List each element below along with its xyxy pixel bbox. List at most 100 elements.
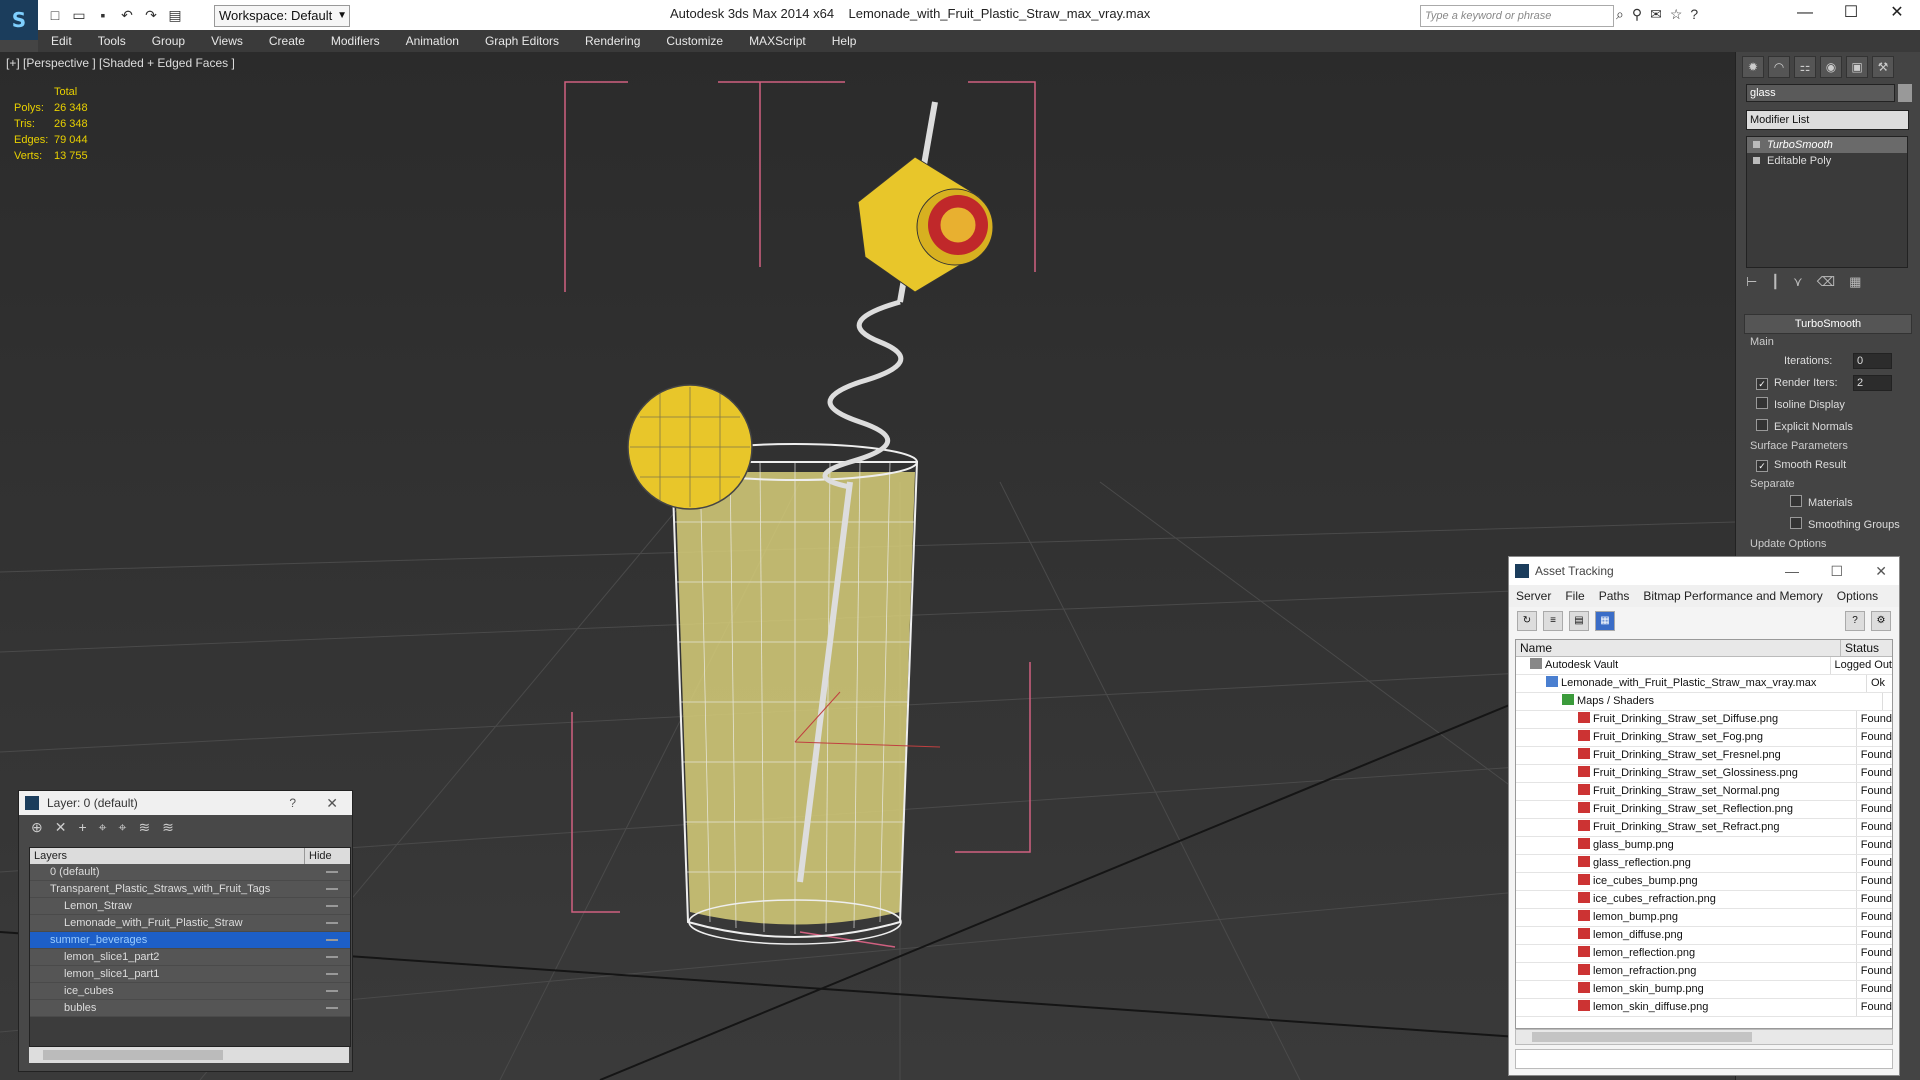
layer-row[interactable]: Lemon_Straw bbox=[30, 898, 350, 915]
render-iters-checkbox[interactable]: ✓ bbox=[1756, 378, 1768, 390]
menu-animation[interactable]: Animation bbox=[393, 30, 472, 52]
layer-row-selected[interactable]: summer_beverages bbox=[30, 932, 350, 949]
asset-row[interactable]: Fruit_Drinking_Straw_set_Glossiness.png F… bbox=[1516, 765, 1892, 783]
minimize-icon[interactable]: — bbox=[1782, 0, 1828, 26]
layer-window-titlebar[interactable]: Layer: 0 (default) ? ✕ bbox=[19, 791, 352, 815]
layer-row[interactable]: Transparent_Plastic_Straws_with_Fruit_Ta… bbox=[30, 881, 350, 898]
asset-row[interactable]: Autodesk Vault Logged Out bbox=[1516, 657, 1892, 675]
asset-row[interactable]: ice_cubes_refraction.png Found bbox=[1516, 891, 1892, 909]
layer-row[interactable]: 0 (default) bbox=[30, 864, 350, 881]
display-tab-icon[interactable]: ▣ bbox=[1846, 56, 1868, 78]
asset-row[interactable]: ice_cubes_bump.png Found bbox=[1516, 873, 1892, 891]
menu-customize[interactable]: Customize bbox=[653, 30, 736, 52]
menu-server[interactable]: Server bbox=[1509, 585, 1558, 607]
asset-row[interactable]: glass_reflection.png Found bbox=[1516, 855, 1892, 873]
hide-toggle[interactable] bbox=[326, 990, 338, 992]
object-color-swatch[interactable] bbox=[1898, 84, 1912, 102]
menu-group[interactable]: Group bbox=[139, 30, 198, 52]
menu-maxscript[interactable]: MAXScript bbox=[736, 30, 819, 52]
isoline-checkbox[interactable] bbox=[1756, 397, 1768, 409]
asset-row[interactable]: Fruit_Drinking_Straw_set_Diffuse.png Foun… bbox=[1516, 711, 1892, 729]
asset-row[interactable]: Lemonade_with_Fruit_Plastic_Straw_max_vr… bbox=[1516, 675, 1892, 693]
pin-stack-icon[interactable]: ⊢ bbox=[1746, 274, 1757, 290]
hide-toggle[interactable] bbox=[326, 973, 338, 975]
menu-paths[interactable]: Paths bbox=[1592, 585, 1637, 607]
layer-row[interactable]: lemon_slice1_part2 bbox=[30, 949, 350, 966]
col-name[interactable]: Name bbox=[1516, 640, 1841, 656]
stack-item-editable-poly[interactable]: Editable Poly bbox=[1747, 153, 1907, 169]
layer-row[interactable]: bubles bbox=[30, 1000, 350, 1017]
menu-edit[interactable]: Edit bbox=[38, 30, 85, 52]
undo-icon[interactable]: ↶ bbox=[118, 6, 136, 24]
menu-graph-editors[interactable]: Graph Editors bbox=[472, 30, 572, 52]
asset-row[interactable]: lemon_reflection.png Found bbox=[1516, 945, 1892, 963]
asset-row[interactable]: lemon_refraction.png Found bbox=[1516, 963, 1892, 981]
create-tab-icon[interactable]: ✹ bbox=[1742, 56, 1764, 78]
hide-toggle[interactable] bbox=[326, 871, 338, 873]
select-objects-icon[interactable]: ⌖ bbox=[99, 819, 107, 837]
open-file-icon[interactable]: ▭ bbox=[70, 6, 88, 24]
new-file-icon[interactable]: □ bbox=[46, 6, 64, 24]
smooth-result-checkbox[interactable]: ✓ bbox=[1756, 460, 1768, 472]
layer-hscrollbar[interactable] bbox=[29, 1047, 349, 1063]
modify-tab-icon[interactable]: ◠ bbox=[1768, 56, 1790, 78]
hide-toggle[interactable] bbox=[326, 1007, 338, 1009]
asset-row[interactable]: lemon_skin_diffuse.png Found bbox=[1516, 999, 1892, 1017]
thumbnail-view-icon[interactable]: ▤ bbox=[1569, 611, 1589, 631]
menu-tools[interactable]: Tools bbox=[85, 30, 139, 52]
menu-rendering[interactable]: Rendering bbox=[572, 30, 653, 52]
maximize-icon[interactable]: ☐ bbox=[1830, 557, 1843, 585]
asset-row[interactable]: Maps / Shaders bbox=[1516, 693, 1892, 711]
menu-bitmap-performance[interactable]: Bitmap Performance and Memory bbox=[1636, 585, 1829, 607]
subscription-icon[interactable]: ⚲ bbox=[1632, 6, 1642, 23]
table-view-icon[interactable]: ▦ bbox=[1595, 611, 1615, 631]
menu-create[interactable]: Create bbox=[256, 30, 318, 52]
scrollbar-thumb[interactable] bbox=[43, 1050, 223, 1060]
redo-icon[interactable]: ↷ bbox=[142, 6, 160, 24]
menu-help[interactable]: Help bbox=[819, 30, 870, 52]
asset-row[interactable]: Fruit_Drinking_Straw_set_Fog.png Found bbox=[1516, 729, 1892, 747]
list-view-icon[interactable]: ≡ bbox=[1543, 611, 1563, 631]
col-status[interactable]: Status bbox=[1841, 640, 1879, 656]
menu-file[interactable]: File bbox=[1558, 585, 1591, 607]
help-icon[interactable]: ? bbox=[1690, 6, 1698, 23]
freeze-all-icon[interactable]: ≋ bbox=[162, 819, 174, 837]
close-icon[interactable]: ✕ bbox=[1875, 557, 1887, 585]
asset-row[interactable]: Fruit_Drinking_Straw_set_Refract.png Foun… bbox=[1516, 819, 1892, 837]
viewport-label[interactable]: [+] [Perspective ] [Shaded + Edged Faces… bbox=[6, 56, 235, 70]
stack-item-turbosmooth[interactable]: TurboSmooth bbox=[1747, 137, 1907, 153]
menu-options[interactable]: Options bbox=[1830, 585, 1885, 607]
motion-tab-icon[interactable]: ◉ bbox=[1820, 56, 1842, 78]
hierarchy-tab-icon[interactable]: ⚏ bbox=[1794, 56, 1816, 78]
refresh-icon[interactable]: ↻ bbox=[1517, 611, 1537, 631]
expand-icon[interactable] bbox=[1753, 157, 1760, 164]
hide-toggle[interactable] bbox=[326, 905, 338, 907]
materials-checkbox[interactable] bbox=[1790, 495, 1802, 507]
delete-layer-icon[interactable]: ✕ bbox=[55, 819, 67, 837]
app-logo-icon[interactable]: S bbox=[0, 0, 38, 40]
asset-window-titlebar[interactable]: Asset Tracking — ☐ ✕ bbox=[1509, 557, 1899, 585]
rollout-header[interactable]: TurboSmooth bbox=[1744, 314, 1912, 334]
iterations-spinner[interactable]: 0 bbox=[1853, 353, 1892, 369]
lightbulb-icon[interactable] bbox=[1753, 141, 1760, 148]
hide-all-icon[interactable]: ≋ bbox=[138, 819, 150, 837]
layer-row[interactable]: Lemonade_with_Fruit_Plastic_Straw bbox=[30, 915, 350, 932]
close-icon[interactable]: ✕ bbox=[1874, 0, 1920, 26]
workspace-dropdown[interactable]: Workspace: Default ▼ bbox=[214, 5, 350, 27]
layer-row[interactable]: ice_cubes bbox=[30, 983, 350, 1000]
asset-row[interactable]: lemon_bump.png Found bbox=[1516, 909, 1892, 927]
save-icon[interactable]: ▪ bbox=[94, 6, 112, 24]
asset-row[interactable]: lemon_skin_bump.png Found bbox=[1516, 981, 1892, 999]
show-end-result-icon[interactable]: ┃ bbox=[1771, 274, 1779, 290]
asset-row[interactable]: lemon_diffuse.png Found bbox=[1516, 927, 1892, 945]
asset-row[interactable]: Fruit_Drinking_Straw_set_Fresnel.png Foun… bbox=[1516, 747, 1892, 765]
asset-row[interactable]: Fruit_Drinking_Straw_set_Normal.png Found bbox=[1516, 783, 1892, 801]
hide-toggle[interactable] bbox=[326, 922, 338, 924]
utilities-tab-icon[interactable]: ⚒ bbox=[1872, 56, 1894, 78]
object-name-field[interactable]: glass bbox=[1746, 84, 1895, 102]
smoothing-groups-checkbox[interactable] bbox=[1790, 517, 1802, 529]
add-to-layer-icon[interactable]: + bbox=[78, 819, 86, 837]
configure-sets-icon[interactable]: ▦ bbox=[1849, 274, 1861, 290]
asset-row[interactable]: Fruit_Drinking_Straw_set_Reflection.png F… bbox=[1516, 801, 1892, 819]
col-layers[interactable]: Layers bbox=[30, 848, 305, 864]
